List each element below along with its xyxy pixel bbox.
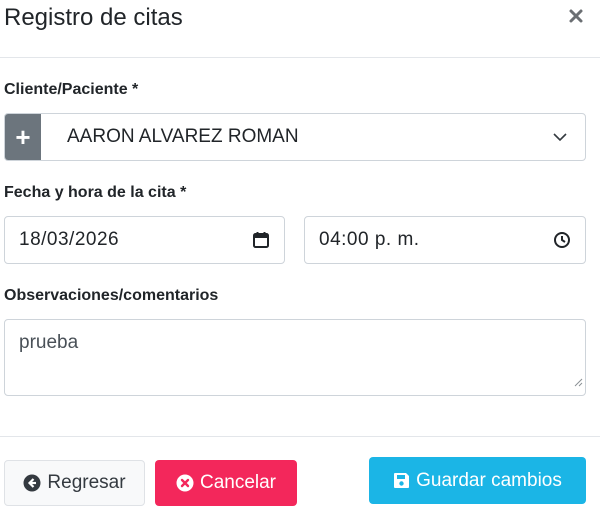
client-select[interactable]: + AARON ALVAREZ ROMAN [4,113,586,161]
back-button[interactable]: Regresar [4,460,145,506]
calendar-icon[interactable] [252,231,270,249]
appointment-modal: Registro de citas Cliente/Paciente * + A… [0,0,600,514]
resize-grip-icon[interactable] [574,371,583,393]
cancel-button[interactable]: Cancelar [155,460,297,506]
notes-value: prueba [19,332,79,353]
client-select-value: AARON ALVAREZ ROMAN [67,126,299,147]
modal-header: Registro de citas [0,0,600,58]
client-label: Cliente/Paciente * [4,81,139,98]
chevron-down-icon[interactable] [535,114,585,160]
clock-icon[interactable] [553,231,571,249]
time-value: 04:00 p. m. [319,229,420,250]
cancel-button-label: Cancelar [199,472,277,493]
save-changes-button[interactable]: Guardar cambios [369,457,586,504]
times-circle-icon [176,474,194,492]
time-input[interactable]: 04:00 p. m. [304,216,586,264]
date-value: 18/03/2026 [19,229,120,250]
add-client-button[interactable]: + [5,114,41,160]
close-icon[interactable] [566,6,586,26]
notes-textarea[interactable]: prueba [4,319,586,396]
arrow-left-circle-icon [23,474,41,492]
save-icon [393,472,410,489]
date-input[interactable]: 18/03/2026 [4,216,285,264]
modal-title: Registro de citas [4,4,183,31]
footer-divider [0,436,600,437]
plus-icon: + [15,121,31,152]
datetime-label: Fecha y hora de la cita * [4,184,187,201]
notes-label: Observaciones/comentarios [4,287,219,304]
save-button-label: Guardar cambios [416,469,562,491]
back-button-label: Regresar [47,472,126,493]
